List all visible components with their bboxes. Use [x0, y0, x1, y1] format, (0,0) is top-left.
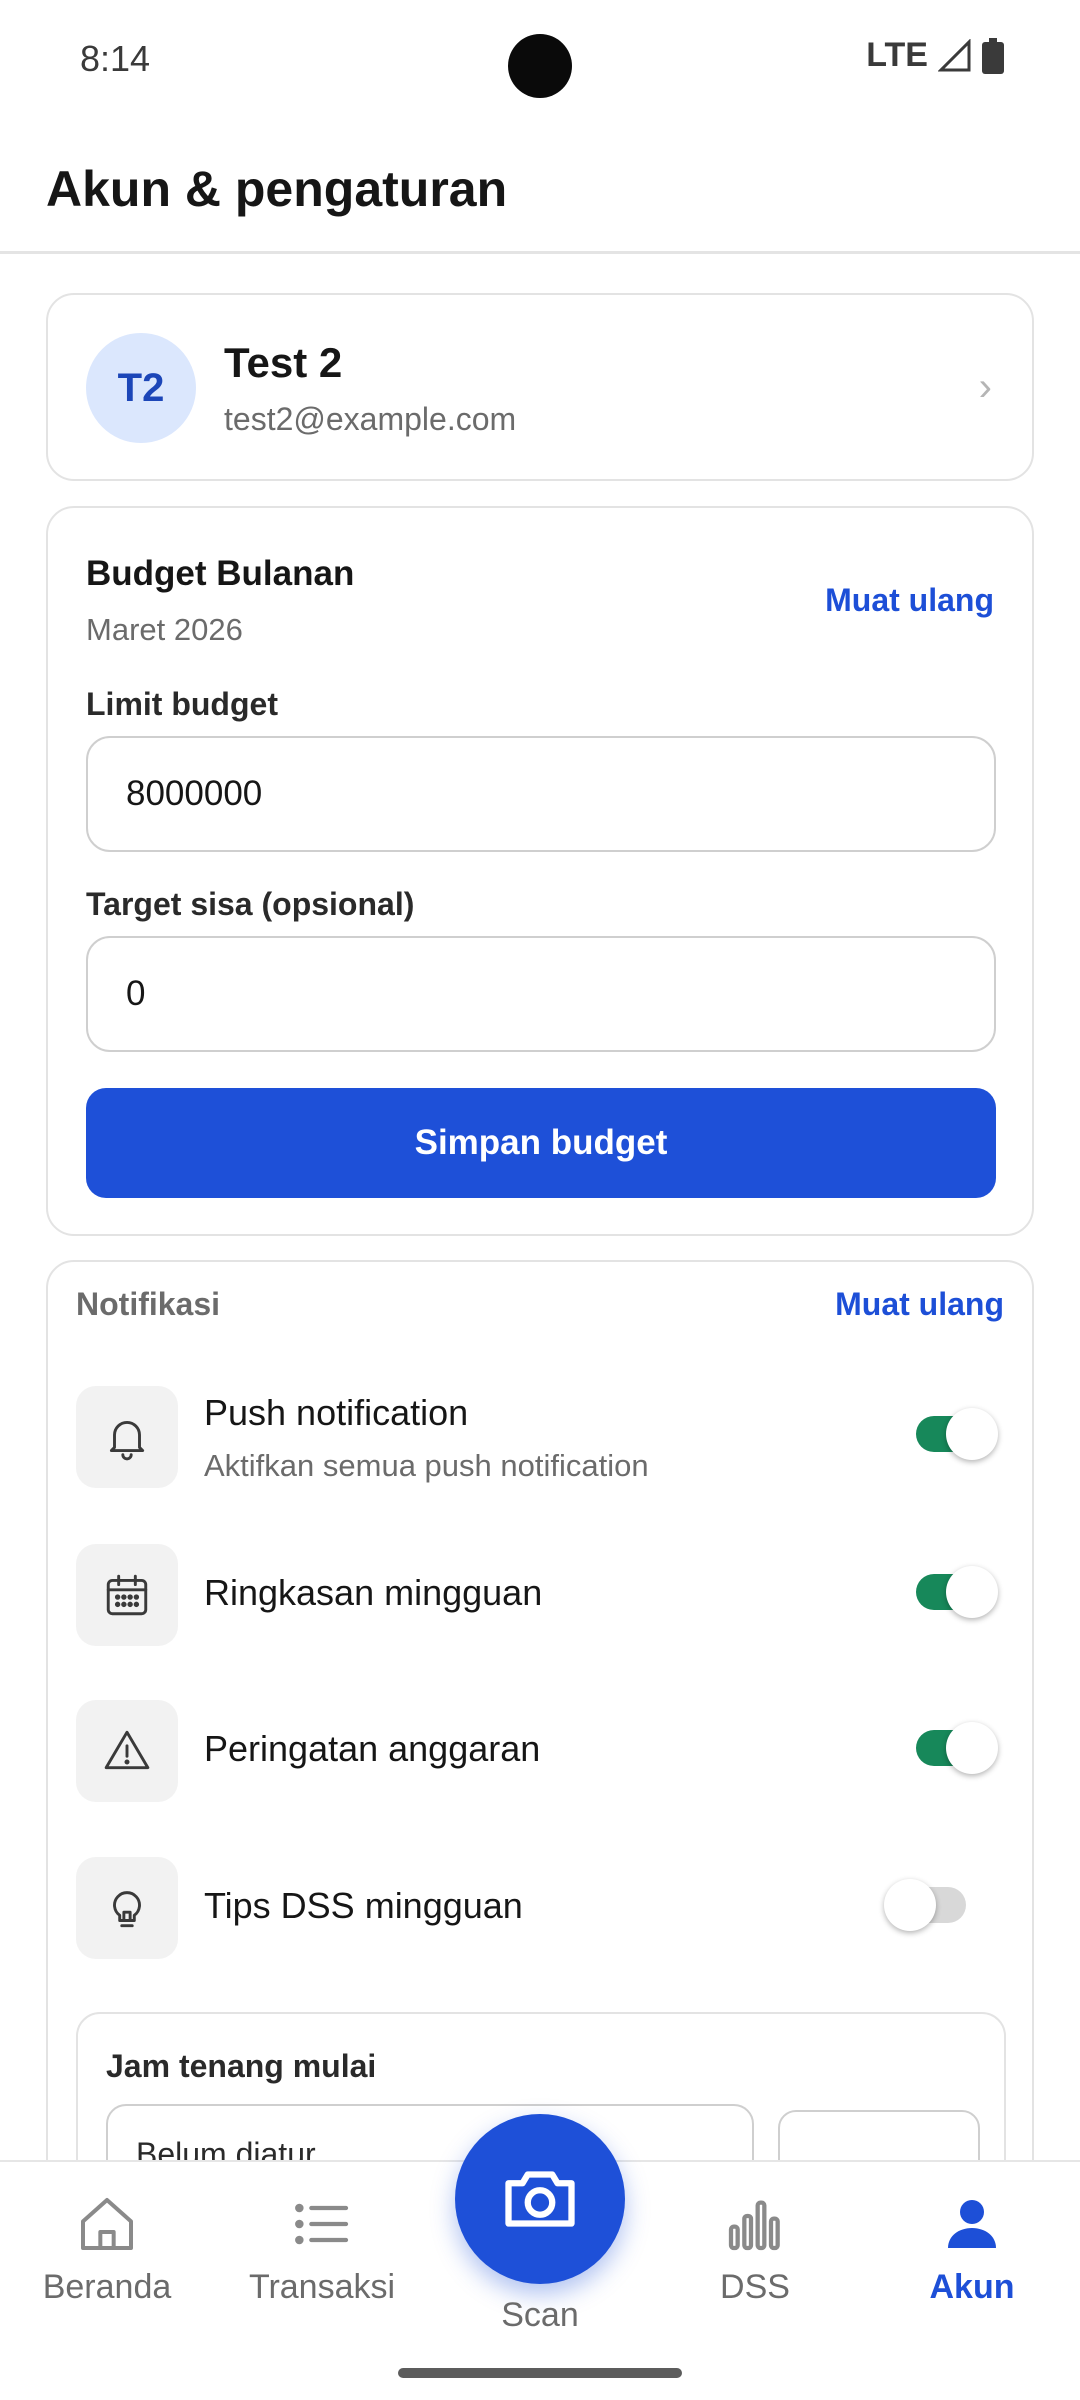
notifications-card: Notifikasi Muat ulang Push notification … — [46, 1260, 1034, 2272]
weekly-summary-toggle[interactable] — [916, 1566, 998, 1618]
scan-button[interactable] — [455, 2114, 625, 2284]
chevron-right-icon: › — [978, 365, 992, 409]
nav-label: DSS — [720, 2268, 790, 2306]
quiet-hours-label: Jam tenang mulai — [106, 2048, 377, 2084]
nav-item-dss[interactable]: DSS — [665, 2192, 845, 2332]
battery-icon — [982, 37, 1004, 74]
person-icon — [948, 2200, 996, 2248]
nav-label: Transaksi — [248, 2268, 396, 2306]
save-budget-button[interactable]: Simpan budget — [86, 1088, 996, 1198]
warning-icon — [76, 1700, 178, 1802]
home-indicator — [398, 2368, 682, 2378]
network-type: LTE — [866, 36, 928, 74]
notifications-reload-button[interactable]: Muat ulang — [835, 1286, 1004, 1323]
target-sisa-input[interactable] — [86, 936, 996, 1052]
dss-tips-toggle[interactable] — [884, 1879, 966, 1931]
notif-subtitle: Aktifkan semua push notification — [204, 1448, 649, 1483]
nav-item-beranda[interactable]: Beranda — [17, 2192, 197, 2332]
status-bar: 8:14 LTE — [0, 0, 1080, 118]
budget-reload-button[interactable]: Muat ulang — [825, 582, 994, 619]
limit-budget-input[interactable] — [86, 736, 996, 852]
nav-item-transaksi[interactable]: Transaksi — [232, 2192, 412, 2332]
lightbulb-icon — [76, 1857, 178, 1959]
camera-icon — [505, 2171, 575, 2227]
bell-icon — [76, 1386, 178, 1488]
scan-label: Scan — [501, 2296, 579, 2334]
nav-label: Beranda — [42, 2268, 172, 2306]
push-notification-toggle[interactable] — [916, 1408, 998, 1460]
budget-card: Budget Bulanan Maret 2026 Muat ulang Lim… — [46, 506, 1034, 1236]
limit-budget-label: Limit budget — [86, 686, 278, 722]
notif-title: Tips DSS mingguan — [204, 1885, 523, 1926]
status-icons: LTE — [866, 36, 1004, 75]
target-sisa-label: Target sisa (opsional) — [86, 886, 415, 922]
page-title: Akun & pengaturan — [46, 161, 508, 217]
notif-title: Peringatan anggaran — [204, 1728, 541, 1769]
notif-row-dss-tips: Tips DSS mingguan — [76, 1857, 1006, 1961]
nav-label: Akun — [929, 2268, 1015, 2306]
budget-warning-toggle[interactable] — [916, 1722, 998, 1774]
profile-email: test2@example.com — [224, 401, 517, 437]
notif-row-budget-warning: Peringatan anggaran — [76, 1700, 1006, 1804]
profile-card[interactable]: T2 Test 2 test2@example.com › — [46, 293, 1034, 481]
notif-title: Ringkasan mingguan — [204, 1572, 543, 1613]
notif-row-weekly-summary: Ringkasan mingguan — [76, 1544, 1006, 1648]
budget-period: Maret 2026 — [86, 612, 243, 647]
status-time: 8:14 — [80, 38, 151, 79]
camera-cutout — [508, 34, 572, 98]
notif-title: Push notification — [204, 1392, 469, 1433]
page-header: Akun & pengaturan — [0, 118, 1080, 254]
notif-row-push: Push notification Aktifkan semua push no… — [76, 1386, 1006, 1490]
calendar-icon — [76, 1544, 178, 1646]
signal-icon — [938, 38, 971, 71]
notifications-heading: Notifikasi — [76, 1286, 221, 1322]
profile-name: Test 2 — [224, 339, 343, 386]
avatar: T2 — [86, 333, 196, 443]
nav-item-akun[interactable]: Akun — [882, 2192, 1062, 2332]
budget-title: Budget Bulanan — [86, 554, 355, 593]
chart-icon — [728, 2200, 780, 2251]
list-icon — [295, 2203, 349, 2245]
home-icon — [81, 2198, 133, 2250]
bottom-nav: Beranda Transaksi Scan DSS Akun — [0, 2114, 1080, 2400]
